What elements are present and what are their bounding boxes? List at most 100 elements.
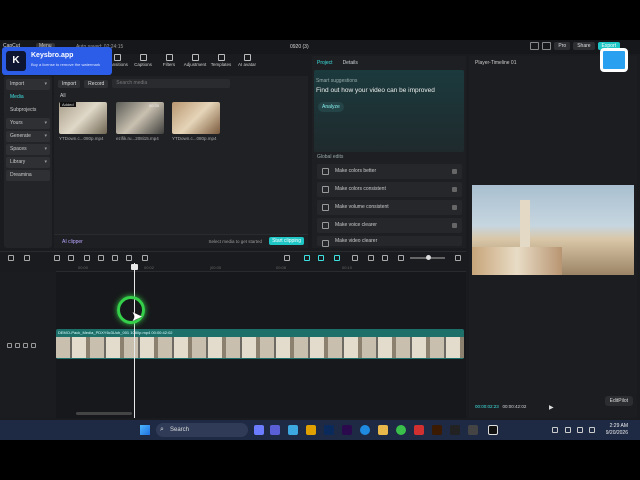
zoom-in-icon[interactable] xyxy=(455,255,461,261)
tab-label: Filters xyxy=(162,62,176,67)
sidebar-item-media[interactable]: Media xyxy=(6,92,50,103)
marker-icon[interactable] xyxy=(142,255,148,261)
edit-volume-consistent[interactable]: Make volume consistent xyxy=(317,200,462,215)
taskbar-app-icon[interactable] xyxy=(288,425,298,435)
pro-button[interactable]: Pro xyxy=(554,42,571,50)
tab-project[interactable]: Project xyxy=(317,60,333,66)
windows-start-icon[interactable] xyxy=(140,425,150,435)
select-tool-icon[interactable] xyxy=(24,255,30,261)
after-effects-icon[interactable] xyxy=(342,425,352,435)
photoshop-icon[interactable] xyxy=(324,425,334,435)
start-clipping-button[interactable]: Start clipping xyxy=(269,237,304,245)
snap-icon[interactable] xyxy=(334,255,340,261)
editpilot-button[interactable]: EditPilot xyxy=(604,396,633,406)
battery-icon[interactable] xyxy=(589,427,595,433)
undo-icon[interactable] xyxy=(54,255,60,261)
taskbar-app-icon[interactable] xyxy=(306,425,316,435)
cover-icon[interactable] xyxy=(31,343,36,348)
lock-track-icon[interactable] xyxy=(7,343,12,348)
taskbar-app-icon[interactable] xyxy=(254,425,264,435)
edit-voice-clearer[interactable]: Make voice clearer xyxy=(317,218,462,233)
search-icon: ⌕ xyxy=(160,426,164,433)
sidebar-item-library[interactable]: Library xyxy=(6,157,50,168)
edge-icon[interactable] xyxy=(360,425,370,435)
tab-details[interactable]: Details xyxy=(343,60,358,66)
tray-chevron-icon[interactable] xyxy=(552,427,558,433)
timeline-ruler[interactable]: 00:00 00:02 |00:05 00:08 00:10 xyxy=(56,264,466,272)
filters-icon xyxy=(165,54,173,61)
tab-templates[interactable]: Templates xyxy=(210,54,232,74)
illustrator-icon[interactable] xyxy=(432,425,442,435)
tab-ai-avatar[interactable]: AI avatar xyxy=(236,54,258,74)
taskbar-clock[interactable]: 2:29 AM 9/20/2026 xyxy=(598,423,628,437)
added-badge: Added xyxy=(60,102,76,107)
zoom-out-icon[interactable] xyxy=(398,255,404,261)
delete-icon[interactable] xyxy=(126,255,132,261)
split-left-icon[interactable] xyxy=(98,255,104,261)
edit-colors-consistent[interactable]: Make colors consistent xyxy=(317,182,462,197)
edit-colors-better[interactable]: Make colors better xyxy=(317,164,462,179)
zoom-slider-handle[interactable] xyxy=(426,255,431,260)
edit-video-clearer[interactable]: Make video clearer xyxy=(317,236,462,247)
file-explorer-icon[interactable] xyxy=(378,425,388,435)
record-button[interactable]: Record xyxy=(84,79,109,88)
building-shape xyxy=(472,247,562,275)
taskbar-app-icon[interactable] xyxy=(414,425,424,435)
import-button[interactable]: Import xyxy=(58,79,81,88)
sidebar-item-generate[interactable]: Generate xyxy=(6,131,50,142)
media-filter-all[interactable]: All xyxy=(60,93,66,99)
share-button[interactable]: Share xyxy=(573,42,595,50)
sidebar-item-subprojects[interactable]: Subprojects xyxy=(6,105,50,116)
sidebar-item-yours[interactable]: Yours xyxy=(6,118,50,129)
hide-track-icon[interactable] xyxy=(15,343,20,348)
capcut-active-icon[interactable] xyxy=(488,425,498,435)
clip-filmstrip xyxy=(56,337,464,358)
taskbar-app-icon[interactable] xyxy=(468,425,478,435)
ai-clipper-button[interactable]: AI clipper xyxy=(62,239,83,245)
video-clip[interactable]: DEMO-Pack_Media_PDXY6c3Uoh_001 1080p.mp4… xyxy=(56,329,464,359)
magnet-icon[interactable] xyxy=(318,255,324,261)
tab-label: AI avatar xyxy=(237,62,256,67)
tab-label: Captions xyxy=(134,62,152,67)
playhead[interactable] xyxy=(134,263,135,418)
tab-captions[interactable]: Captions xyxy=(132,54,154,74)
zoom-fit-icon[interactable] xyxy=(382,255,388,261)
split-right-icon[interactable] xyxy=(112,255,118,261)
sidebar-item-dreamina[interactable]: Dreamina xyxy=(6,170,50,181)
mute-track-icon[interactable] xyxy=(23,343,28,348)
taskbar-search[interactable]: ⌕ Search xyxy=(156,423,248,437)
analyze-button[interactable]: Analyze xyxy=(318,102,344,112)
chrome-icon[interactable] xyxy=(396,425,406,435)
wifi-icon[interactable] xyxy=(565,427,571,433)
capcut-icon[interactable] xyxy=(450,425,460,435)
play-icon[interactable]: ▶ xyxy=(549,404,554,411)
voice-icon xyxy=(322,222,329,229)
split-icon[interactable] xyxy=(84,255,90,261)
tab-adjustment[interactable]: Adjustment xyxy=(184,54,206,74)
microphone-icon[interactable] xyxy=(284,255,290,261)
redo-icon[interactable] xyxy=(68,255,74,261)
sidebar-item-import[interactable]: Import xyxy=(6,79,50,90)
keysbro-watermark: K Keysbro.app Buy a license to remove th… xyxy=(2,47,112,75)
project-name[interactable]: 0920 (3) xyxy=(290,44,309,50)
caption-icon[interactable] xyxy=(368,255,374,261)
tab-label: Adjustment xyxy=(183,62,207,67)
preview-axis-icon[interactable] xyxy=(352,255,358,261)
video-preview[interactable] xyxy=(472,185,634,275)
media-search-input[interactable]: Search media xyxy=(112,79,231,88)
playhead-handle[interactable] xyxy=(131,264,138,270)
timeline-scrollbar[interactable] xyxy=(76,412,132,415)
sidebar-item-spaces[interactable]: Spaces xyxy=(6,144,50,155)
link-icon[interactable] xyxy=(304,255,310,261)
layout-icon[interactable] xyxy=(530,42,540,50)
volume-icon[interactable] xyxy=(577,427,583,433)
media-thumbnail[interactable] xyxy=(172,102,220,134)
taskbar-app-icon[interactable] xyxy=(270,425,280,435)
clock-date: 9/20/2026 xyxy=(605,430,628,436)
shortcut-icon[interactable] xyxy=(542,42,552,50)
inspector-panel: Project Details Smart suggestions Find o… xyxy=(312,56,466,248)
tab-filters[interactable]: Filters xyxy=(158,54,180,74)
ruler-tick: 00:02 xyxy=(144,265,155,270)
timeline-toolbar xyxy=(0,251,466,263)
add-track-icon[interactable] xyxy=(8,255,14,261)
